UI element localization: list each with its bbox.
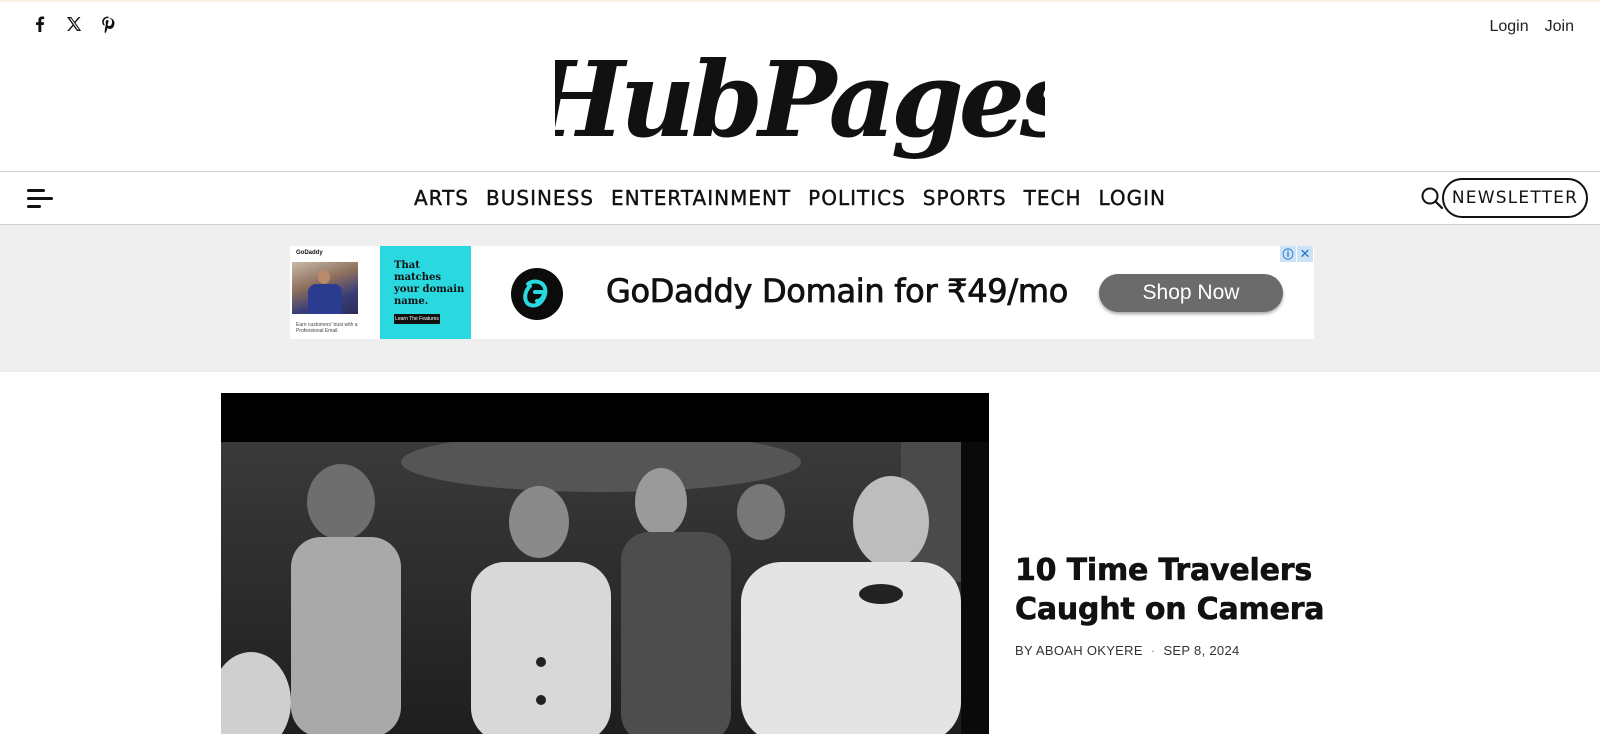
- ad-shop-now-button[interactable]: Shop Now: [1099, 274, 1283, 312]
- godaddy-logo-icon: [511, 268, 563, 320]
- ad-headline: GoDaddy Domain for ₹49/mo: [606, 272, 1069, 311]
- article-date: SEP 8, 2024: [1163, 643, 1240, 658]
- meta-separator: ·: [1150, 643, 1156, 658]
- pinterest-icon[interactable]: [98, 14, 118, 34]
- ad-teal-panel: That matches your domain name. Learn The…: [380, 246, 471, 339]
- main-navigation: ARTS BUSINESS ENTERTAINMENT POLITICS SPO…: [0, 171, 1600, 225]
- top-bar: Login Join: [0, 2, 1600, 46]
- nav-item-arts[interactable]: ARTS: [414, 186, 469, 210]
- site-logo[interactable]: HubPages: [0, 44, 1600, 172]
- nav-links: ARTS BUSINESS ENTERTAINMENT POLITICS SPO…: [0, 172, 1600, 224]
- featured-article: 10 Time Travelers Caught on Camera BY AB…: [1015, 551, 1345, 658]
- x-icon[interactable]: [64, 14, 84, 34]
- ad-left-panel: GoDaddy Earn customers' trust with a Pro…: [290, 246, 380, 339]
- nav-item-tech[interactable]: TECH: [1023, 186, 1082, 210]
- social-links: [30, 14, 118, 34]
- ad-brand-mini: GoDaddy: [296, 250, 323, 256]
- ad-fine-print: Earn customers' trust with a Professiona…: [296, 322, 358, 334]
- ad-photo: [292, 262, 358, 314]
- nav-item-politics[interactable]: POLITICS: [808, 186, 906, 210]
- ad-close-icon[interactable]: ✕: [1297, 246, 1313, 262]
- ad-teal-button[interactable]: Learn The Features: [394, 314, 440, 324]
- vintage-crowd-photo: [221, 442, 989, 734]
- ad-banner-area: GoDaddy Earn customers' trust with a Pro…: [0, 225, 1600, 372]
- featured-article-meta: BY ABOAH OKYERE · SEP 8, 2024: [1015, 643, 1345, 658]
- nav-item-entertainment[interactable]: ENTERTAINMENT: [611, 186, 791, 210]
- newsletter-button[interactable]: NEWSLETTER: [1442, 178, 1588, 218]
- ad-info-icon[interactable]: ⓘ: [1280, 246, 1296, 262]
- svg-text:HubPages: HubPages: [555, 44, 1045, 161]
- search-icon[interactable]: [1420, 186, 1444, 210]
- facebook-icon[interactable]: [30, 14, 50, 34]
- nav-item-login[interactable]: LOGIN: [1098, 186, 1166, 210]
- featured-article-title[interactable]: 10 Time Travelers Caught on Camera: [1015, 551, 1345, 629]
- ad-teal-text: That matches your domain name.: [394, 260, 465, 307]
- nav-item-business[interactable]: BUSINESS: [486, 186, 594, 210]
- featured-article-image[interactable]: [221, 393, 989, 734]
- join-link[interactable]: Join: [1545, 18, 1574, 36]
- godaddy-ad[interactable]: GoDaddy Earn customers' trust with a Pro…: [290, 246, 1314, 339]
- article-byline[interactable]: BY ABOAH OKYERE: [1015, 643, 1143, 658]
- nav-item-sports[interactable]: SPORTS: [923, 186, 1007, 210]
- hubpages-wordmark: HubPages: [555, 44, 1045, 161]
- account-links: Login Join: [1489, 18, 1574, 36]
- hamburger-menu-icon[interactable]: [27, 188, 55, 210]
- login-link[interactable]: Login: [1489, 18, 1528, 36]
